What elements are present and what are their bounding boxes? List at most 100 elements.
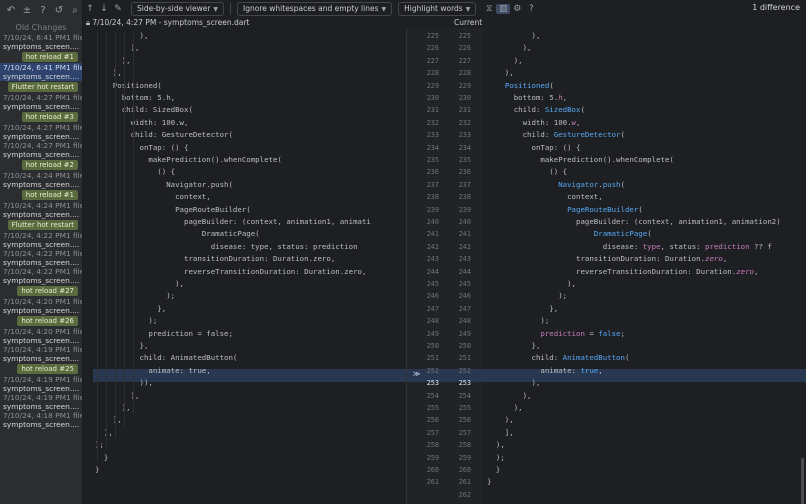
code-line: width: 100.w, <box>95 117 189 127</box>
undo-icon[interactable]: ↶ <box>6 5 16 16</box>
indent-guide <box>115 32 116 438</box>
right-line-number: 226 <box>458 44 471 53</box>
vertical-scrollbar[interactable] <box>801 458 804 504</box>
right-line-number: 260 <box>458 466 471 474</box>
left-line-number: 258 <box>426 441 439 450</box>
history-entry-file: symptoms_screen.... <box>3 336 80 345</box>
right-line-number: 253 <box>458 379 471 388</box>
edit-icon[interactable]: ✎ <box>111 4 125 14</box>
history-entry-file: symptoms_screen.... <box>3 276 80 285</box>
history-entry[interactable]: 7/10/24, 4:19 PM1 filesymptoms_screen...… <box>0 345 82 363</box>
history-entry[interactable]: 7/10/24, 4:27 PM1 filesymptoms_screen...… <box>0 123 82 141</box>
highlight-dropdown[interactable]: Highlight words ▼ <box>398 2 477 16</box>
left-line-number: 234 <box>426 143 439 152</box>
history-entry-date-text: 7/10/24, 4:19 PM <box>3 375 66 384</box>
left-line-number: 235 <box>426 156 439 164</box>
code-line: }, <box>95 341 149 350</box>
history-entry-file: symptoms_screen.... <box>3 150 80 159</box>
history-entry[interactable]: 7/10/24, 4:22 PM1 filesymptoms_screen...… <box>0 231 82 249</box>
right-line-number: 243 <box>458 255 471 264</box>
history-entry[interactable]: 7/10/24, 4:27 PM1 filesymptoms_screen...… <box>0 141 82 159</box>
expand-icon[interactable]: ± <box>22 5 32 16</box>
history-entry-date-text: 7/10/24, 4:27 PM <box>3 93 66 102</box>
right-code-pane[interactable]: ), ), ), ), Positioned( bottom: 5.h, chi… <box>483 28 806 504</box>
code-line: width: 100.w, <box>487 117 581 127</box>
right-file-header: Current <box>454 18 483 27</box>
history-entry[interactable]: 7/10/24, 4:27 PM1 filesymptoms_screen...… <box>0 93 82 111</box>
code-line: ), <box>487 440 505 450</box>
history-entry[interactable]: 7/10/24, 4:24 PM1 filesymptoms_screen...… <box>0 171 82 189</box>
history-entry-date: 7/10/24, 4:24 PM1 file <box>3 171 82 180</box>
code-line: Navigator.push( <box>558 179 625 189</box>
right-line-number: 256 <box>458 416 471 425</box>
indent-guide <box>106 32 107 450</box>
left-line-number: 242 <box>426 242 439 251</box>
history-entry-file-count: 1 file <box>65 267 82 276</box>
right-line-number: 245 <box>458 280 471 288</box>
left-line-number: 249 <box>426 329 439 338</box>
code-line: ], <box>95 415 122 425</box>
viewer-mode-dropdown[interactable]: Side-by-side viewer ▼ <box>131 2 225 16</box>
code-line: () { <box>487 167 568 177</box>
history-entry-file: symptoms_screen.... <box>3 420 80 429</box>
code-line: child: AnimatedButton( <box>95 353 238 363</box>
collapse-icon[interactable]: ⧖ <box>482 4 496 14</box>
history-label-text: hot reload #1 <box>21 52 78 62</box>
history-entry[interactable]: 7/10/24, 4:19 PM1 filesymptoms_screen...… <box>0 393 82 411</box>
code-line: ), <box>487 55 523 65</box>
left-code-pane[interactable]: ), ), ), ), Positioned( bottom: 5.h, chi… <box>83 28 407 504</box>
code-line: ], <box>487 427 514 437</box>
history-entry[interactable]: 7/10/24, 4:22 PM1 filesymptoms_screen...… <box>0 249 82 267</box>
help-icon[interactable]: ? <box>38 5 48 16</box>
whitespace-dropdown[interactable]: Ignore whitespaces and empty lines ▼ <box>237 2 393 16</box>
history-entry[interactable]: 7/10/24, 4:20 PM1 filesymptoms_screen...… <box>0 297 82 315</box>
history-list: 7/10/24, 6:41 PM1 filesymptoms_screen...… <box>0 33 82 429</box>
history-label-text: hot reload #27 <box>17 286 78 296</box>
history-entry[interactable]: 7/10/24, 4:18 PM1 filesymptoms_screen...… <box>0 411 82 429</box>
search-icon[interactable]: ⌕ <box>70 5 80 16</box>
code-line: reverseTransitionDuration: Duration.zero… <box>95 266 367 276</box>
code-line: PageRouteBuilder( <box>95 204 251 214</box>
right-line-number: 239 <box>458 205 471 214</box>
history-entry[interactable]: 7/10/24, 6:41 PM1 filesymptoms_screen...… <box>0 63 82 81</box>
left-line-number: 238 <box>426 193 439 202</box>
history-entry-file: symptoms_screen.... <box>3 384 80 393</box>
sync-scroll-icon[interactable]: ▥ <box>496 4 511 14</box>
history-entry-file: symptoms_screen.... <box>3 132 80 141</box>
left-line-number: 231 <box>426 106 439 115</box>
arrow-up-icon[interactable]: ↑ <box>83 4 97 14</box>
history-entry[interactable]: 7/10/24, 4:20 PM1 filesymptoms_screen...… <box>0 327 82 345</box>
history-entry-date-text: 7/10/24, 6:41 PM <box>3 63 66 72</box>
history-entry-date: 7/10/24, 4:19 PM1 file <box>3 375 82 384</box>
chevron-down-icon: ▼ <box>465 6 471 13</box>
left-line-number: 250 <box>426 342 439 350</box>
left-line-number: 254 <box>426 391 439 400</box>
history-entry-date-text: 7/10/24, 4:19 PM <box>3 393 66 402</box>
arrow-down-icon[interactable]: ↓ <box>97 4 111 14</box>
help-icon[interactable]: ? <box>524 4 538 14</box>
line-number-gutter: ≫ 225 226 227 228 229 230 231 232 233 234 235 236 23… <box>406 28 484 504</box>
right-line-number: 240 <box>458 218 471 226</box>
history-entry[interactable]: 7/10/24, 4:19 PM1 filesymptoms_screen...… <box>0 375 82 393</box>
history-entry-date-text: 7/10/24, 4:22 PM <box>3 231 66 240</box>
revert-icon[interactable]: ↺ <box>54 5 64 16</box>
code-line: ), <box>487 415 514 425</box>
history-entry[interactable]: 7/10/24, 4:24 PM1 filesymptoms_screen...… <box>0 201 82 219</box>
history-entry-file: symptoms_screen.... <box>3 102 80 111</box>
code-line: disease: type, status: prediction <box>95 241 358 251</box>
history-label: hot reload #2 <box>0 159 82 171</box>
code-line: context, <box>487 192 603 202</box>
code-line: ), <box>95 55 131 65</box>
history-entry[interactable]: 7/10/24, 6:41 PM1 filesymptoms_screen...… <box>0 33 82 51</box>
left-line-number: 251 <box>426 354 439 363</box>
history-entry-date-text: 7/10/24, 4:24 PM <box>3 201 66 210</box>
settings-icon[interactable]: ⚙ <box>510 4 524 14</box>
history-entry-file-count: 1 file <box>65 345 82 354</box>
left-line-number: 236 <box>426 168 439 177</box>
left-line-number: 228 <box>426 69 439 78</box>
history-entry[interactable]: 7/10/24, 4:22 PM1 filesymptoms_screen...… <box>0 267 82 285</box>
history-title: Old Changes <box>15 23 67 32</box>
right-line-number: 262 <box>458 490 471 499</box>
left-line-number: 241 <box>426 230 439 239</box>
code-line: child: SizedBox( <box>487 105 585 115</box>
